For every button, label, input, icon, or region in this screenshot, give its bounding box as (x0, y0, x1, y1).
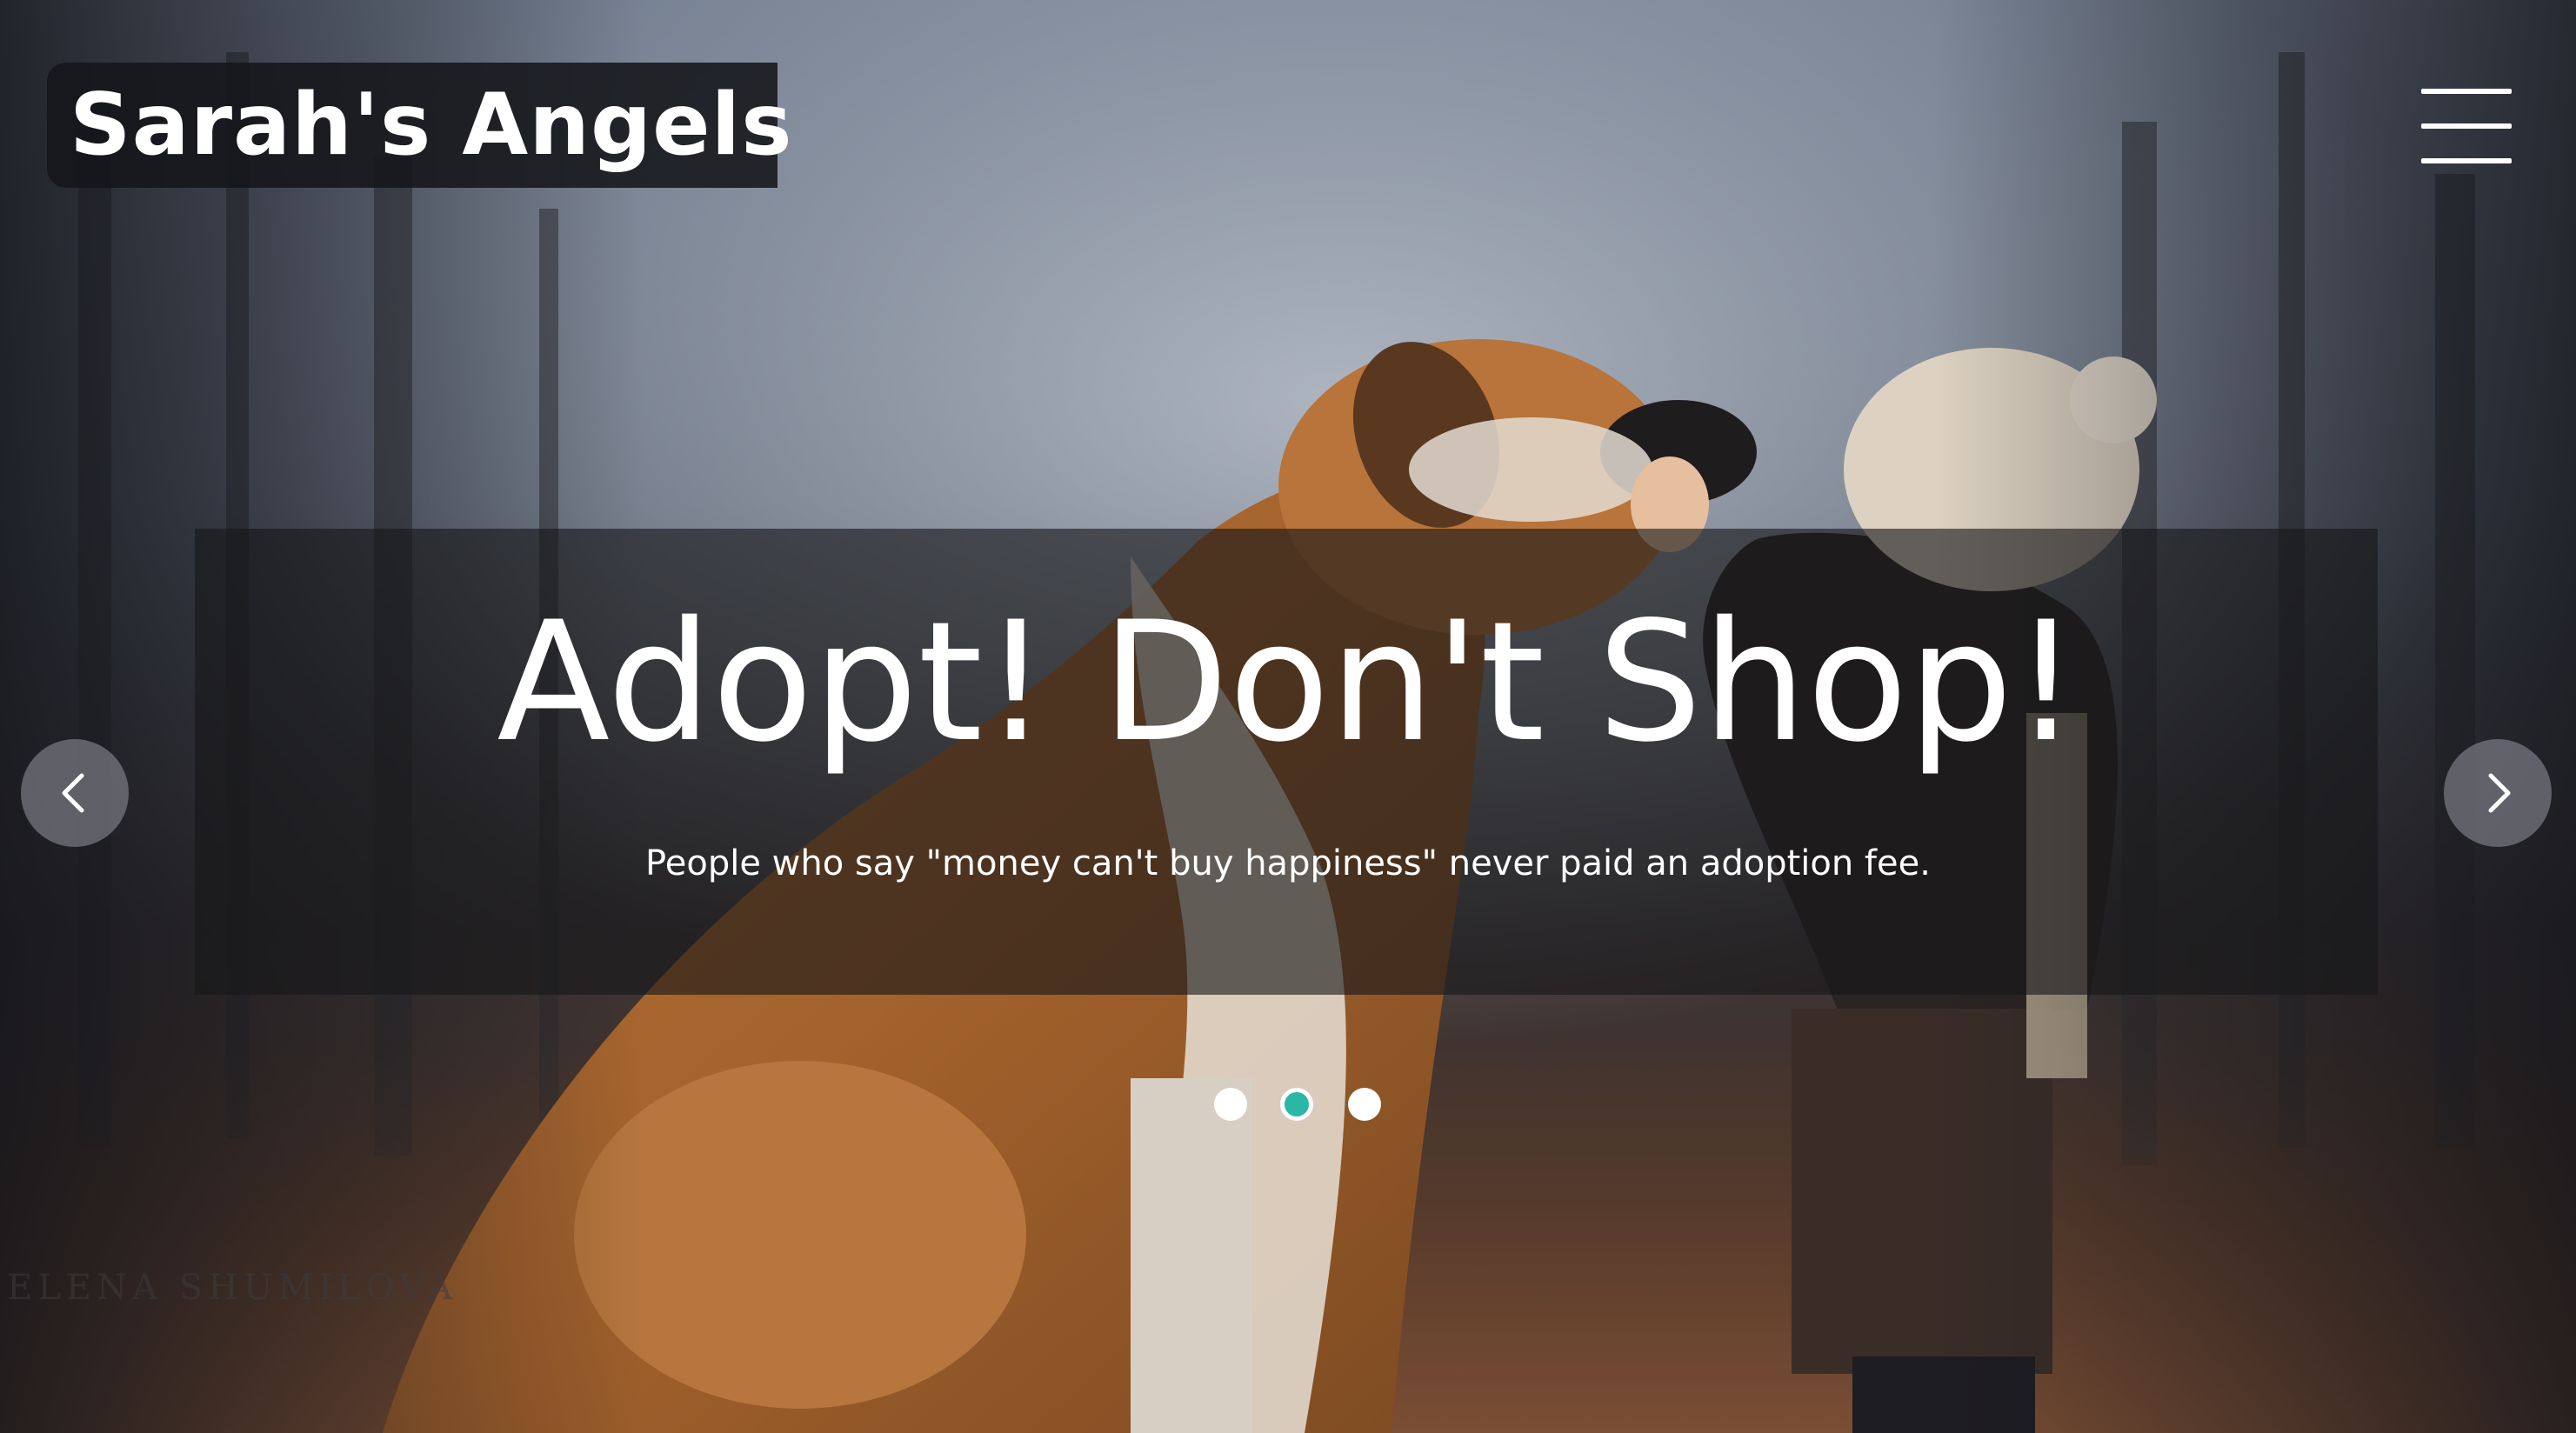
carousel-indicators (1214, 1088, 1388, 1123)
carousel-caption: People who say "money can't buy happines… (645, 843, 1931, 883)
carousel-indicator-3[interactable] (1348, 1088, 1381, 1121)
brand-name: Sarah's Angels (70, 76, 793, 175)
carousel-indicator-1[interactable] (1214, 1088, 1247, 1121)
carousel-next-button[interactable] (2444, 739, 2552, 847)
menu-bar-bottom (2421, 158, 2512, 163)
carousel-prev-button[interactable] (21, 739, 129, 847)
hamburger-menu-icon[interactable] (2421, 89, 2512, 163)
chevron-left-icon (62, 773, 84, 813)
carousel-headline: Adopt! Don't Shop! (497, 586, 2079, 778)
brand-logo[interactable]: Sarah's Angels (47, 63, 792, 188)
menu-bar-middle (2421, 123, 2512, 129)
carousel-indicator-2[interactable] (1280, 1088, 1313, 1121)
photo-watermark: ELENA SHUMILOVA (7, 1268, 458, 1308)
menu-bar-top (2421, 89, 2512, 94)
hero-carousel: ELENA SHUMILOVA Sarah's Angels Adopt! Do… (0, 0, 2576, 1433)
chevron-right-icon (2488, 773, 2511, 813)
